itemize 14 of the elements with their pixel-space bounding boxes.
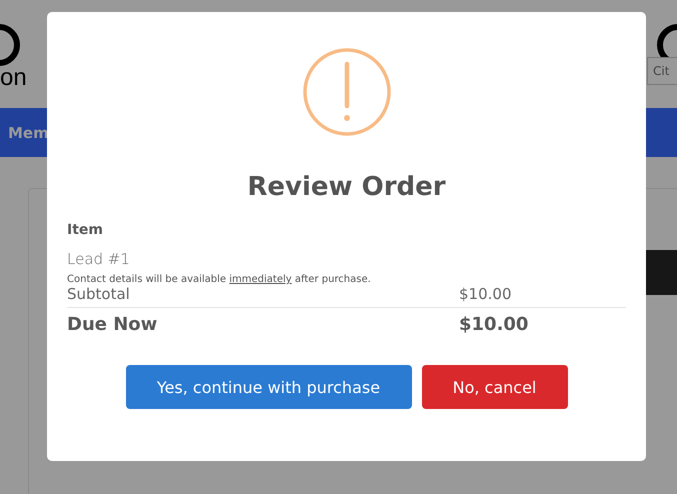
- item-heading: Item: [67, 222, 104, 238]
- confirm-button[interactable]: Yes, continue with purchase: [126, 365, 412, 409]
- logo-text: on: [0, 64, 27, 92]
- purchase-note: Contact details will be available immediately after purchase.: [67, 274, 372, 285]
- dialog-title: Review Order: [247, 172, 446, 202]
- city-field[interactable]: Cit: [647, 57, 677, 85]
- due-label: Due Now: [67, 314, 158, 335]
- cancel-button[interactable]: No, cancel: [422, 365, 568, 409]
- subtotal-amount: $10.00: [459, 285, 512, 303]
- due-amount: $10.00: [459, 314, 530, 335]
- subtotal-label: Subtotal: [67, 285, 131, 303]
- warning-icon: [302, 48, 390, 136]
- item-name: Lead #1: [67, 250, 131, 268]
- nav-item[interactable]: Mem: [8, 124, 49, 142]
